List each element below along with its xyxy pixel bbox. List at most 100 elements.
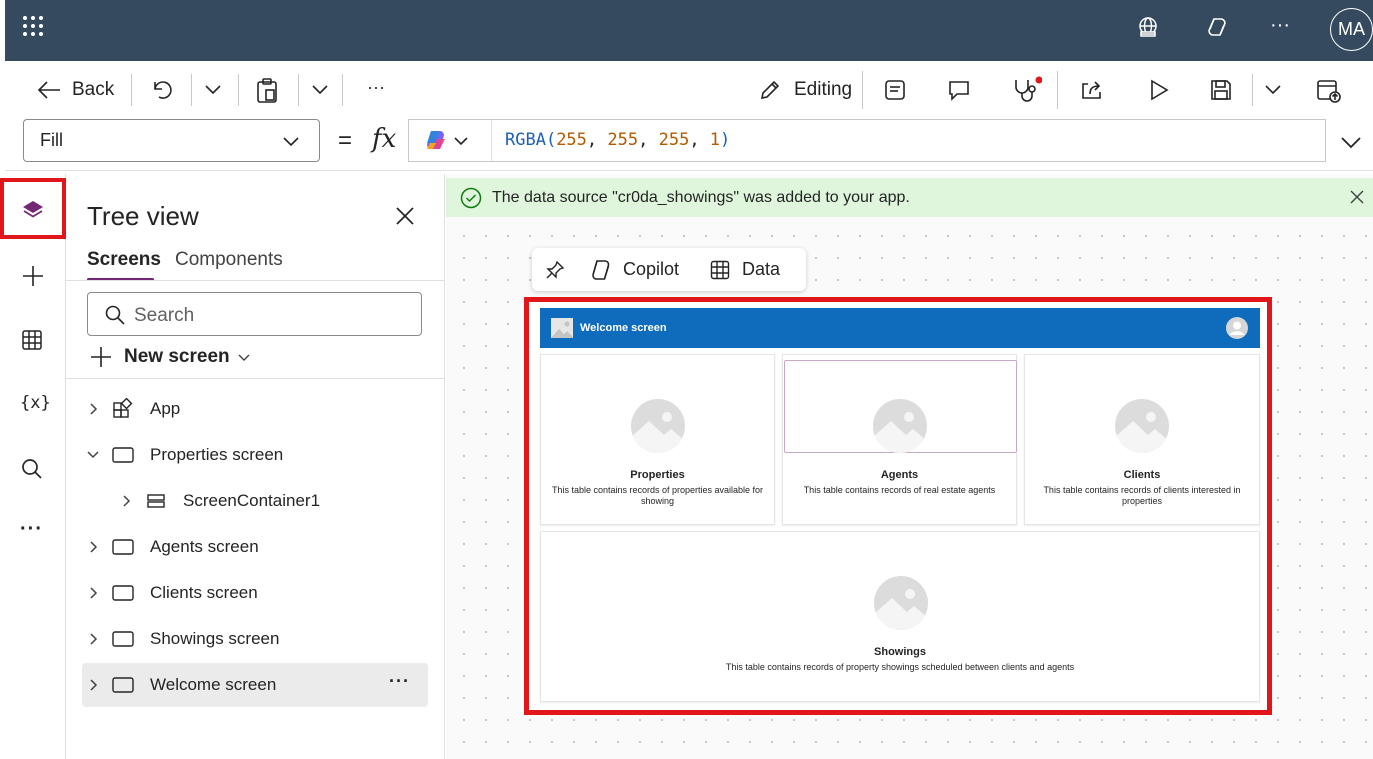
divider [862,71,863,109]
notes-icon[interactable] [884,79,906,101]
new-screen-button[interactable]: New screen [90,346,250,368]
screen-icon [110,584,136,602]
formula-text: RGBA(255, 255, 255, 1) [505,130,731,150]
paste-icon[interactable] [256,78,278,104]
chevron-right-icon[interactable] [82,586,104,600]
chevron-down-icon [453,135,469,147]
dismiss-close-icon[interactable] [1350,190,1364,204]
screen-icon [110,538,136,556]
tree-view-panel: Tree view Screens Components Search New … [66,174,445,759]
plus-icon [90,346,112,368]
screen-icon [110,446,136,464]
publish-icon[interactable] [1316,78,1342,104]
search-icon[interactable] [21,458,45,482]
tree-item-label: Showings screen [150,629,280,648]
chevron-right-icon[interactable] [82,540,104,554]
image-placeholder-icon [873,399,927,453]
divider [191,74,192,106]
share-icon[interactable] [1080,78,1104,102]
data-toolbar-button[interactable]: Data [710,259,780,280]
gallery-card-properties[interactable]: Properties This table contains records o… [540,354,775,525]
more-commands-button[interactable]: ··· [367,77,385,98]
tree-item-properties-screen[interactable]: Properties screen [82,433,428,477]
tree-item-welcome-screen[interactable]: Welcome screen ··· [82,663,428,707]
tree-item-app[interactable]: App [82,387,428,431]
panel-title: Tree view [87,201,199,231]
divider [66,378,445,379]
user-avatar[interactable]: MA [1330,8,1373,51]
gallery-card-agents[interactable]: Agents This table contains records of re… [782,354,1017,525]
save-icon[interactable] [1210,79,1232,101]
tree-item-label: Properties screen [150,445,284,464]
environment-globe-icon[interactable] [1136,15,1160,39]
layers-tree-view-icon[interactable] [21,198,45,222]
data-table-icon[interactable] [21,329,45,353]
copilot-formula-button[interactable] [423,129,469,153]
image-placeholder-icon [1115,399,1169,453]
more-options-icon[interactable]: ··· [1270,14,1290,37]
pin-icon[interactable] [545,260,565,280]
copilot-icon [589,259,613,281]
app-header-title: Welcome screen [580,322,667,334]
app-checker-stethoscope-icon[interactable] [1012,76,1042,104]
card-description: This table contains records of propertie… [551,485,764,506]
gallery-card-showings[interactable]: Showings This table contains records of … [540,531,1260,702]
app-top-bar: ··· MA [5,0,1373,61]
design-canvas[interactable]: The data source "cr0da_showings" was add… [446,174,1373,759]
variables-icon[interactable]: {x} [20,393,51,413]
undo-dropdown-chevron-icon[interactable] [204,82,222,96]
property-dropdown[interactable]: Fill [23,119,320,162]
expand-formula-chevron-icon[interactable] [1340,135,1362,149]
chevron-right-icon[interactable] [82,632,104,646]
search-icon [105,305,125,325]
left-rail: {x} ··· [0,174,66,759]
tree-item-agents-screen[interactable]: Agents screen [82,525,428,569]
tab-screens[interactable]: Screens [87,249,161,271]
copilot-icon[interactable] [1205,15,1229,39]
tab-components[interactable]: Components [175,249,283,271]
insert-plus-icon[interactable] [21,264,45,288]
row-more-options-button[interactable]: ··· [389,671,410,692]
chevron-right-icon[interactable] [82,678,104,692]
function-fx-icon[interactable]: 𝑓x [372,124,396,154]
card-description: This table contains records of real esta… [803,485,996,495]
divider [131,74,132,106]
welcome-screen-preview[interactable]: Welcome screen Properties This table con… [524,297,1272,715]
copilot-label: Copilot [623,259,680,279]
tree-item-label: App [150,399,181,418]
tree-item-label: Clients screen [150,583,258,602]
new-screen-label: New screen [124,346,230,367]
user-profile-icon [1226,317,1248,339]
undo-icon[interactable] [150,78,174,102]
property-selected-value: Fill [40,130,63,150]
paste-dropdown-chevron-icon[interactable] [311,82,329,96]
divider [1057,71,1058,109]
formula-input[interactable]: RGBA(255, 255, 255, 1) [408,119,1326,162]
more-rail-icon[interactable]: ··· [20,518,43,541]
banner-message: The data source "cr0da_showings" was add… [492,188,910,206]
preview-play-icon[interactable] [1148,79,1170,101]
copilot-toolbar-button[interactable]: Copilot [589,259,679,281]
editing-mode-button[interactable]: Editing [758,78,852,102]
chevron-right-icon[interactable] [115,494,137,508]
chevron-down-icon [238,352,250,362]
close-icon[interactable] [395,206,415,226]
table-icon [710,260,730,280]
comments-icon[interactable] [947,79,971,101]
app-launcher-icon[interactable] [22,15,44,37]
formula-bar: Fill = 𝑓x RGBA(255, 255, 255, 1) [5,119,1373,171]
chevron-down-icon[interactable] [82,450,104,460]
image-placeholder-icon [631,399,685,453]
divider [342,74,343,106]
gallery-card-clients[interactable]: Clients This table contains records of c… [1024,354,1260,525]
tree-item-clients-screen[interactable]: Clients screen [82,571,428,615]
tree-item-screencontainer1[interactable]: ScreenContainer1 [115,479,428,523]
search-input[interactable]: Search [87,292,422,336]
tree-item-label: ScreenContainer1 [183,491,321,510]
canvas-context-toolbar: Copilot Data [532,248,806,291]
save-dropdown-chevron-icon[interactable] [1264,82,1282,96]
back-button[interactable]: Back [36,78,114,102]
tree-item-showings-screen[interactable]: Showings screen [82,617,428,661]
chevron-right-icon[interactable] [82,402,104,416]
app-header-bar: Welcome screen [540,308,1260,348]
